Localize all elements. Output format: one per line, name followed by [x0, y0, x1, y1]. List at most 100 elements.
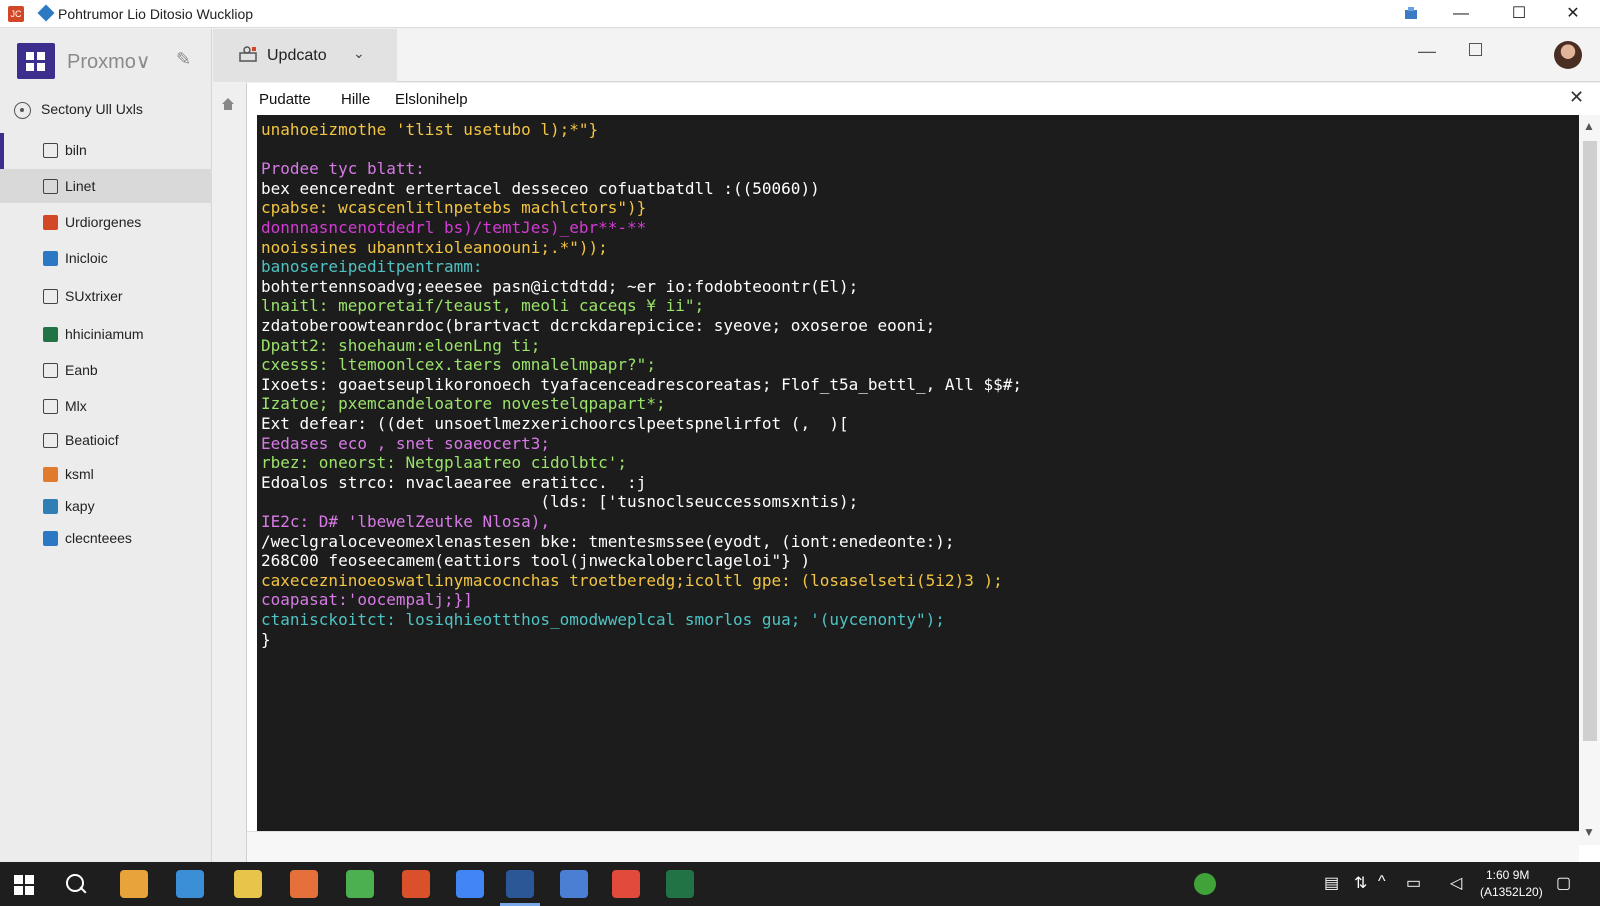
target-icon [14, 102, 31, 119]
code-line: cxesss: ltemoonlcex.taers omnalelmpapr?"… [261, 355, 656, 374]
taskbar: ▤ ⇅ ^ ▭ ◁ 1:60 9M (A1352L20) ▢ [0, 862, 1600, 906]
code-line: Prodee tyc blatt: [261, 159, 425, 178]
sidebar-item-label: Eanb [65, 362, 98, 378]
code-line: zdatoberoowteanrdoc(brartvact dcrckdarep… [261, 316, 936, 335]
code-line: donnnasncenotdedrl bs)/temtJes)_ebr**-** [261, 218, 647, 237]
windows-start-icon[interactable] [14, 875, 34, 895]
document-close-icon[interactable]: ✕ [1569, 87, 1584, 108]
sidebar-item-label: hhiciniamum [65, 326, 144, 342]
store-icon[interactable] [560, 870, 588, 898]
scrollbar-thumb[interactable] [1583, 141, 1597, 741]
code-line: 268C00 feoseecamem(eattiors tool(jnwecka… [261, 551, 811, 570]
scroll-down-icon[interactable]: ▼ [1583, 825, 1595, 839]
clock-time[interactable]: 1:60 9M [1486, 868, 1529, 882]
menu-item-pudatte[interactable]: Pudatte [259, 91, 311, 108]
clock-date[interactable]: (A1352L20) [1480, 885, 1543, 899]
brand-name[interactable]: Proxmo∨ [67, 49, 151, 74]
ribbon-minimize-button[interactable]: — [1418, 41, 1436, 62]
code-line: ctanisckoitct: losiqhieottthos_omodwwepl… [261, 610, 945, 629]
chrome-icon[interactable] [346, 870, 374, 898]
code-line: /weclgraloceveomexlenastesen bke: tmente… [261, 532, 955, 551]
orange-bar-icon [43, 467, 58, 482]
chevron-down-icon[interactable]: ⌄ [353, 45, 365, 62]
code-line: (lds: ['tusnoclseuccessomsxntis); [261, 492, 859, 511]
orange-square-icon [43, 215, 58, 230]
code-line: coapasat:'oocempalj;}] [261, 590, 473, 609]
code-line: bohtertennsoadvg;eeesee pasn@ictdtdd; ~e… [261, 277, 859, 296]
sidebar-item-3[interactable]: Inicloic [0, 241, 212, 275]
sidebar-item-9[interactable]: ksml [0, 457, 212, 491]
code-line: Ext defear: ((det unsoetlmezxerichoorcsl… [261, 414, 849, 433]
battery-icon[interactable]: ▭ [1406, 873, 1421, 893]
avatar[interactable] [1554, 41, 1582, 69]
vertical-scrollbar[interactable]: ▲ ▼ [1579, 115, 1600, 845]
code-line: unahoeizmothe 'tlist usetubo l);*"} [261, 120, 599, 139]
sidebar-item-10[interactable]: kapy [0, 489, 212, 523]
search-icon[interactable] [66, 874, 84, 892]
code-line: cpabse: wcascenlitlnpetebs machlctors")} [261, 198, 647, 217]
menu-item-hille[interactable]: Hille [341, 91, 370, 108]
pdf-icon[interactable] [612, 870, 640, 898]
edit-pencil-icon[interactable]: ✎ [176, 49, 191, 70]
code-line: rbez: oneorst: Netgplaatreo cidolbtc'; [261, 453, 628, 472]
document-icon [43, 143, 58, 158]
document-menu: Pudatte Hille Elslonihelp ✕ [247, 83, 1600, 115]
rectangle-icon [43, 179, 58, 194]
network-icon[interactable]: ⇅ [1354, 873, 1367, 893]
status-icon[interactable] [1402, 6, 1420, 22]
firefox-icon[interactable] [290, 870, 318, 898]
notification-icon[interactable]: ▢ [1556, 873, 1571, 893]
ribbon-maximize-button[interactable] [1469, 43, 1482, 56]
sidebar: Proxmo∨ ✎ Sectony Ull Uxls biln Linet Urdi… [0, 29, 212, 862]
code-editor[interactable]: unahoeizmothe 'tlist usetubo l);*"} Prode… [257, 115, 1579, 831]
folder-icon[interactable] [234, 870, 262, 898]
files-icon[interactable] [120, 870, 148, 898]
sidebar-item-label: ksml [65, 466, 94, 482]
sidebar-item-0[interactable]: biln [0, 133, 212, 167]
code-line: bex eencerednt ertertacel desseceo cofua… [261, 179, 820, 198]
tab-updcato[interactable]: Updcato ⌄ [213, 29, 397, 82]
home-gutter [213, 83, 246, 862]
code-line: nooissines ubanntxioleanoouni;.*")); [261, 238, 608, 257]
square-icon [43, 363, 58, 378]
excel-icon[interactable] [666, 870, 694, 898]
green-book-icon [43, 327, 58, 342]
code-line: banosereipeditpentramm: [261, 257, 483, 276]
app-gem-icon [37, 4, 55, 22]
sidebar-item-5[interactable]: hhiciniamum [0, 317, 212, 351]
chevron-up-icon[interactable]: ^ [1378, 873, 1386, 891]
maximize-button[interactable]: ☐ [1494, 0, 1544, 28]
sidebar-item-4[interactable]: SUxtrixer [0, 279, 212, 313]
tray-status-icon[interactable] [1194, 873, 1216, 895]
ribbon-toolbar: Updcato ⌄ — [213, 29, 1600, 82]
menu-item-help[interactable]: Elslonihelp [395, 91, 468, 108]
notepad-icon[interactable]: ▤ [1324, 873, 1339, 893]
browser-icon[interactable] [402, 870, 430, 898]
close-button[interactable]: ✕ [1548, 0, 1598, 28]
sidebar-item-11[interactable]: clecnteees [0, 521, 212, 555]
home-icon[interactable] [221, 97, 235, 111]
app-logo-icon: JC [8, 6, 24, 22]
sidebar-item-1[interactable]: Linet [0, 169, 212, 203]
volume-icon[interactable]: ◁ [1450, 873, 1462, 893]
sidebar-item-8[interactable]: Beatioicf [0, 423, 212, 457]
title-bar: JC Pohtrumor Lio Ditosio Wuckliop — ☐ ✕ [0, 0, 1600, 28]
horizontal-scrollbar[interactable] [247, 831, 1579, 862]
sidebar-section-header[interactable]: Sectony Ull Uxls [14, 99, 204, 123]
scroll-up-icon[interactable]: ▲ [1583, 119, 1595, 133]
word-icon[interactable] [506, 870, 534, 898]
sidebar-item-label: Urdiorgenes [65, 214, 142, 230]
code-line: Eedases eco , snet soaeocert3; [261, 434, 550, 453]
sidebar-item-2[interactable]: Urdiorgenes [0, 205, 212, 239]
google-icon[interactable] [456, 870, 484, 898]
brand-logo-icon[interactable] [17, 43, 55, 79]
globe-icon[interactable] [176, 870, 204, 898]
window-title: Pohtrumor Lio Ditosio Wuckliop [58, 6, 254, 22]
sidebar-item-7[interactable]: Mlx [0, 389, 212, 423]
code-line: caxecezninoeoswatlinymacocnchas troetber… [261, 571, 1003, 590]
document-pane: Pudatte Hille Elslonihelp ✕ unahoeizmoth… [246, 83, 1600, 862]
minimize-button[interactable]: — [1436, 0, 1486, 28]
tab-label: Updcato [267, 47, 327, 64]
code-line: Dpatt2: shoehaum:eloenLng ti; [261, 336, 541, 355]
sidebar-item-6[interactable]: Eanb [0, 353, 212, 387]
